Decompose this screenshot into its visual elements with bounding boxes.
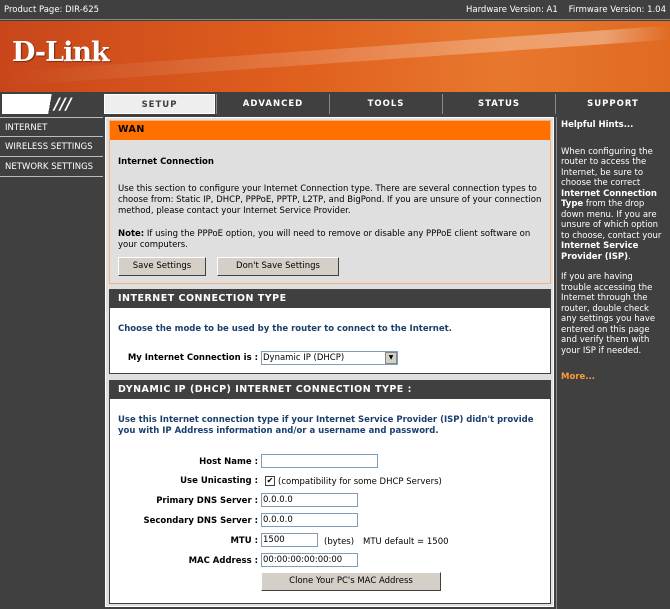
chevron-down-icon[interactable]: ▼ [385,352,397,364]
mac-address-input[interactable]: 00:00:00:00:00:00 [261,553,358,567]
hardware-version: Hardware Version: A1 [465,5,558,15]
main-content: WAN Internet Connection Use this section… [105,117,554,607]
connection-label: My Internet Connection is : [127,353,258,363]
hint-text: . [628,251,631,262]
connection-instruction: Choose the mode to be used by the router… [118,324,452,334]
tab-setup[interactable]: SETUP [104,94,215,114]
tab-tools[interactable]: TOOLS [329,94,442,114]
hint-text: When configuring the router to access th… [561,146,653,189]
connection-type-select[interactable]: Dynamic IP (DHCP) ▼ [261,351,398,365]
product-page: Product Page: DIR-625 [4,5,100,15]
primary-dns-input[interactable]: 0.0.0.0 [261,493,358,507]
unicasting-note: (compatibility for some DHCP Servers) [278,477,442,487]
dlink-logo: D-Link [12,37,110,68]
host-name-label: Host Name : [199,457,258,467]
firmware-version: Firmware Version: 1.04 [568,5,666,15]
secondary-dns-label: Secondary DNS Server : [143,516,258,526]
tab-support[interactable]: SUPPORT [555,94,670,114]
section-title: INTERNET CONNECTION TYPE [110,290,550,308]
unicasting-checkbox[interactable]: ✔ [265,476,275,486]
clone-mac-button[interactable]: Clone Your PC's MAC Address [261,572,441,591]
mtu-input[interactable]: 1500 [261,533,318,547]
mtu-label: MTU : [230,536,258,546]
wan-title: WAN [110,121,550,140]
dhcp-instruction: Use this Internet connection type if you… [118,415,534,436]
hint-bold: Internet Service Provider (ISP) [561,241,639,262]
helpful-hints: Helpful Hints... When configuring the ro… [556,117,669,609]
primary-dns-label: Primary DNS Server : [156,496,258,506]
note-label: Note: [118,229,145,239]
dhcp-section: DYNAMIC IP (DHCP) INTERNET CONNECTION TY… [109,380,551,604]
nav-decoration: /// [2,94,102,114]
wan-subtitle: Internet Connection [118,157,214,167]
banner: D-Link [0,21,670,92]
sidebar-item-wireless-settings[interactable]: WIRELESS SETTINGS [0,137,103,157]
sidebar: INTERNET WIRELESS SETTINGS NETWORK SETTI… [0,117,103,609]
dont-save-settings-button[interactable]: Don't Save Settings [217,257,339,276]
tab-status[interactable]: STATUS [442,94,555,114]
top-bar: Product Page: DIR-625 Hardware Version: … [0,0,670,20]
wan-section: WAN Internet Connection Use this section… [109,120,551,284]
sidebar-item-network-settings[interactable]: NETWORK SETTINGS [0,157,103,177]
tab-advanced[interactable]: ADVANCED [216,94,329,114]
more-link[interactable]: More... [561,372,595,382]
note-text: If using the PPPoE option, you will need… [118,229,531,250]
host-name-input[interactable] [261,454,378,468]
connection-type-value: Dynamic IP (DHCP) [263,353,345,363]
use-unicasting-label: Use Unicasting : [180,476,258,486]
wan-description: Use this section to configure your Inter… [118,184,542,216]
sidebar-item-internet[interactable]: INTERNET [0,117,103,137]
mtu-default: MTU default = 1500 [363,537,449,547]
secondary-dns-input[interactable]: 0.0.0.0 [261,513,358,527]
hint-paragraph: If you are having trouble accessing the … [561,272,656,356]
top-nav: /// SETUP ADVANCED TOOLS STATUS SUPPORT [0,93,670,115]
hints-title: Helpful Hints... [561,120,634,130]
mtu-unit: (bytes) [324,537,355,547]
mac-address-label: MAC Address : [188,556,258,566]
internet-connection-type-section: INTERNET CONNECTION TYPE Choose the mode… [109,289,551,374]
section-title: DYNAMIC IP (DHCP) INTERNET CONNECTION TY… [110,381,550,399]
save-settings-button[interactable]: Save Settings [118,257,206,276]
